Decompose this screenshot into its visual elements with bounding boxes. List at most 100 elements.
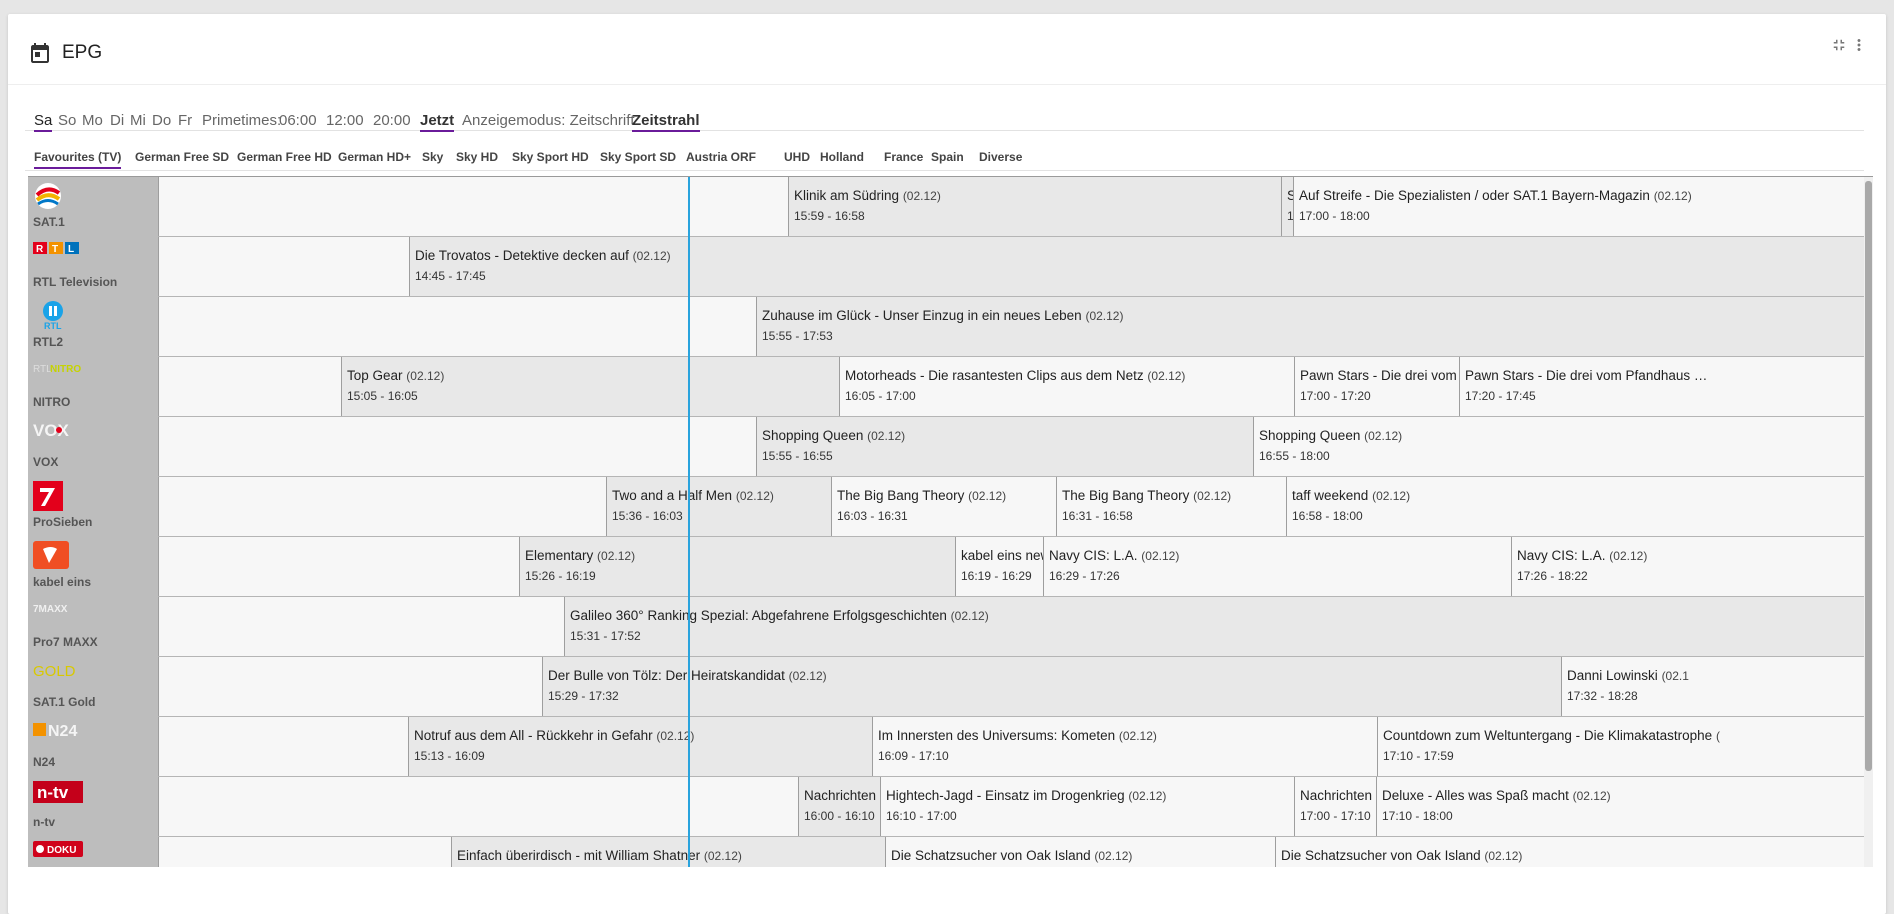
program-block[interactable]: Galileo 360° Ranking Spezial: Abgefahren… [564, 597, 1873, 656]
tab-group-8[interactable]: Austria ORF [686, 150, 756, 164]
program-block[interactable]: Countdown zum Weltuntergang - Die Klimak… [1377, 717, 1873, 776]
tab-group-3[interactable]: German HD+ [338, 150, 411, 164]
program-block[interactable]: Two and a Half Men (02.12) 15:36 - 16:03 [606, 477, 831, 536]
program-empty[interactable] [158, 597, 564, 656]
program-block[interactable]: kabel eins new… 16:19 - 16:29 [955, 537, 1043, 596]
day-tab-do[interactable]: Do [152, 112, 171, 129]
scrollbar-thumb[interactable] [1865, 181, 1872, 771]
program-block[interactable]: Nachrichten (… 16:00 - 16:10 [798, 777, 880, 836]
channel-group-tabs: Favourites (TV) German Free SD German Free… [25, 136, 1864, 171]
now-button[interactable]: Jetzt [420, 112, 455, 132]
primetime-2000[interactable]: 20:00 [373, 112, 411, 129]
program-empty[interactable] [158, 777, 798, 836]
day-tab-di[interactable]: Di [110, 112, 124, 129]
program-block[interactable]: Auf Streife - Die Spezialisten / oder SA… [1293, 177, 1873, 236]
program-block[interactable]: Danni Lowinski (02.1 17:32 - 18:28 [1561, 657, 1873, 716]
channel-cell[interactable]: RTL NITRO NITRO [28, 357, 158, 417]
program-block[interactable]: Die Trovatos - Detektive decken auf (02.… [409, 237, 1873, 296]
program-title: Die Schatzsucher von Oak Island [1281, 848, 1481, 863]
program-block[interactable]: Pawn Stars - Die drei vom Pfandhaus … 17:… [1459, 357, 1873, 416]
display-mode-toggle[interactable]: Anzeigemodus: Zeitschrift [462, 112, 635, 129]
timeline-mode-button[interactable]: Zeitstrahl [632, 112, 700, 132]
day-tab-mo[interactable]: Mo [82, 112, 103, 129]
channel-cell[interactable]: VOX VOX [28, 417, 158, 477]
more-vert-icon[interactable] [1850, 36, 1868, 54]
program-block[interactable]: Hightech-Jagd - Einsatz im Drogenkrieg (… [880, 777, 1294, 836]
fullscreen-exit-icon[interactable] [1830, 36, 1848, 54]
program-block[interactable]: taff weekend (02.12) 16:58 - 18:00 [1286, 477, 1873, 536]
program-date: ( [1715, 729, 1720, 743]
program-title-line: Die Schatzsucher von Oak Island (02.12) [1281, 848, 1522, 863]
program-empty[interactable] [158, 837, 451, 867]
channel-cell[interactable]: n-tv n-tv [28, 777, 158, 837]
program-block[interactable]: Deluxe - Alles was Spaß macht (02.12) 17:… [1376, 777, 1873, 836]
day-tab-fr[interactable]: Fr [178, 112, 192, 129]
program-block[interactable]: The Big Bang Theory (02.12) 16:31 - 16:58 [1056, 477, 1286, 536]
program-block[interactable]: Der Bulle von Tölz: Der Heiratskandidat … [542, 657, 1561, 716]
program-block[interactable]: Top Gear (02.12) 15:05 - 16:05 [341, 357, 839, 416]
program-empty[interactable] [158, 417, 756, 476]
program-block[interactable]: Einfach überirdisch - mit William Shatne… [451, 837, 885, 867]
tab-group-2[interactable]: German Free HD [237, 150, 332, 164]
program-block[interactable]: Nachrichten (… 17:00 - 17:10 [1294, 777, 1376, 836]
day-tab-sa[interactable]: Sa [34, 112, 53, 132]
tab-group-5[interactable]: Sky HD [456, 150, 498, 164]
channel-cell[interactable]: SAT.1 [28, 177, 158, 237]
program-block[interactable]: The Big Bang Theory (02.12) 16:03 - 16:31 [831, 477, 1056, 536]
program-block[interactable]: Elementary (02.12) 15:26 - 16:19 [519, 537, 955, 596]
program-block[interactable]: Shopping Queen (02.12) 16:55 - 18:00 [1253, 417, 1873, 476]
primetime-1200[interactable]: 12:00 [326, 112, 364, 129]
program-empty[interactable] [158, 237, 409, 296]
tab-group-1[interactable]: German Free SD [135, 150, 229, 164]
program-title-line: Die Trovatos - Detektive decken auf (02.… [415, 248, 671, 263]
kabeleins-logo [33, 541, 69, 571]
tab-group-7[interactable]: Sky Sport SD [600, 150, 676, 164]
program-empty[interactable] [158, 657, 542, 716]
program-block[interactable]: S16 [1281, 177, 1293, 236]
channel-cell[interactable]: DOKU [28, 837, 158, 867]
program-empty[interactable] [158, 537, 519, 596]
tab-group-0[interactable]: Favourites (TV) [34, 150, 122, 169]
program-block[interactable]: Die Schatzsucher von Oak Island (02.12) [885, 837, 1275, 867]
primetime-0600[interactable]: 06:00 [279, 112, 317, 129]
sat1gold-logo: GOLD [33, 661, 83, 691]
program-empty[interactable] [158, 177, 788, 236]
program-block[interactable]: Im Innersten des Universums: Kometen (02… [872, 717, 1377, 776]
program-block[interactable]: Navy CIS: L.A. (02.12) 16:29 - 17:26 [1043, 537, 1511, 596]
tab-group-6[interactable]: Sky Sport HD [512, 150, 589, 164]
tab-group-13[interactable]: Diverse [979, 150, 1022, 164]
channel-cell[interactable]: kabel eins [28, 537, 158, 597]
program-block[interactable]: Motorheads - Die rasantesten Clips aus d… [839, 357, 1294, 416]
tab-group-9[interactable]: UHD [784, 150, 810, 164]
channel-cell[interactable]: R T L RTL Television [28, 237, 158, 297]
program-date: (02.12) [1094, 849, 1133, 863]
program-block[interactable]: Notruf aus dem All - Rückkehr in Gefahr … [408, 717, 872, 776]
channel-cell[interactable]: ProSieben [28, 477, 158, 537]
program-title-line: Top Gear (02.12) [347, 368, 444, 383]
program-empty[interactable] [158, 297, 756, 356]
day-tab-mi[interactable]: Mi [130, 112, 146, 129]
channel-cell[interactable]: GOLD SAT.1 Gold [28, 657, 158, 717]
vertical-scrollbar[interactable] [1864, 177, 1873, 867]
channel-name: RTL2 [33, 335, 63, 349]
channel-cell[interactable]: RTL RTL2 [28, 297, 158, 357]
program-block[interactable]: Navy CIS: L.A. (02.12) 17:26 - 18:22 [1511, 537, 1873, 596]
program-empty[interactable] [158, 477, 606, 536]
day-tab-so[interactable]: So [58, 112, 76, 129]
channel-name: VOX [33, 455, 59, 469]
tab-group-10[interactable]: Holland [820, 150, 864, 164]
program-block[interactable]: Pawn Stars - Die drei vom Pfa… 17:00 - 17… [1294, 357, 1459, 416]
program-time: 17:00 - 17:20 [1300, 389, 1371, 403]
tab-group-4[interactable]: Sky [422, 150, 443, 164]
program-empty[interactable] [158, 717, 408, 776]
program-block[interactable]: Klinik am Südring (02.12) 15:59 - 16:58 [788, 177, 1281, 236]
program-block[interactable]: Zuhause im Glück - Unser Einzug in ein n… [756, 297, 1873, 356]
tab-group-12[interactable]: Spain [931, 150, 964, 164]
channel-cell[interactable]: N24 N24 [28, 717, 158, 777]
program-title-line: Nachrichten (… [804, 788, 880, 803]
program-block[interactable]: Shopping Queen (02.12) 15:55 - 16:55 [756, 417, 1253, 476]
tab-group-11[interactable]: France [884, 150, 923, 164]
channel-cell[interactable]: 7MAXX Pro7 MAXX [28, 597, 158, 657]
program-empty[interactable] [158, 357, 341, 416]
program-block[interactable]: Die Schatzsucher von Oak Island (02.12) [1275, 837, 1873, 867]
